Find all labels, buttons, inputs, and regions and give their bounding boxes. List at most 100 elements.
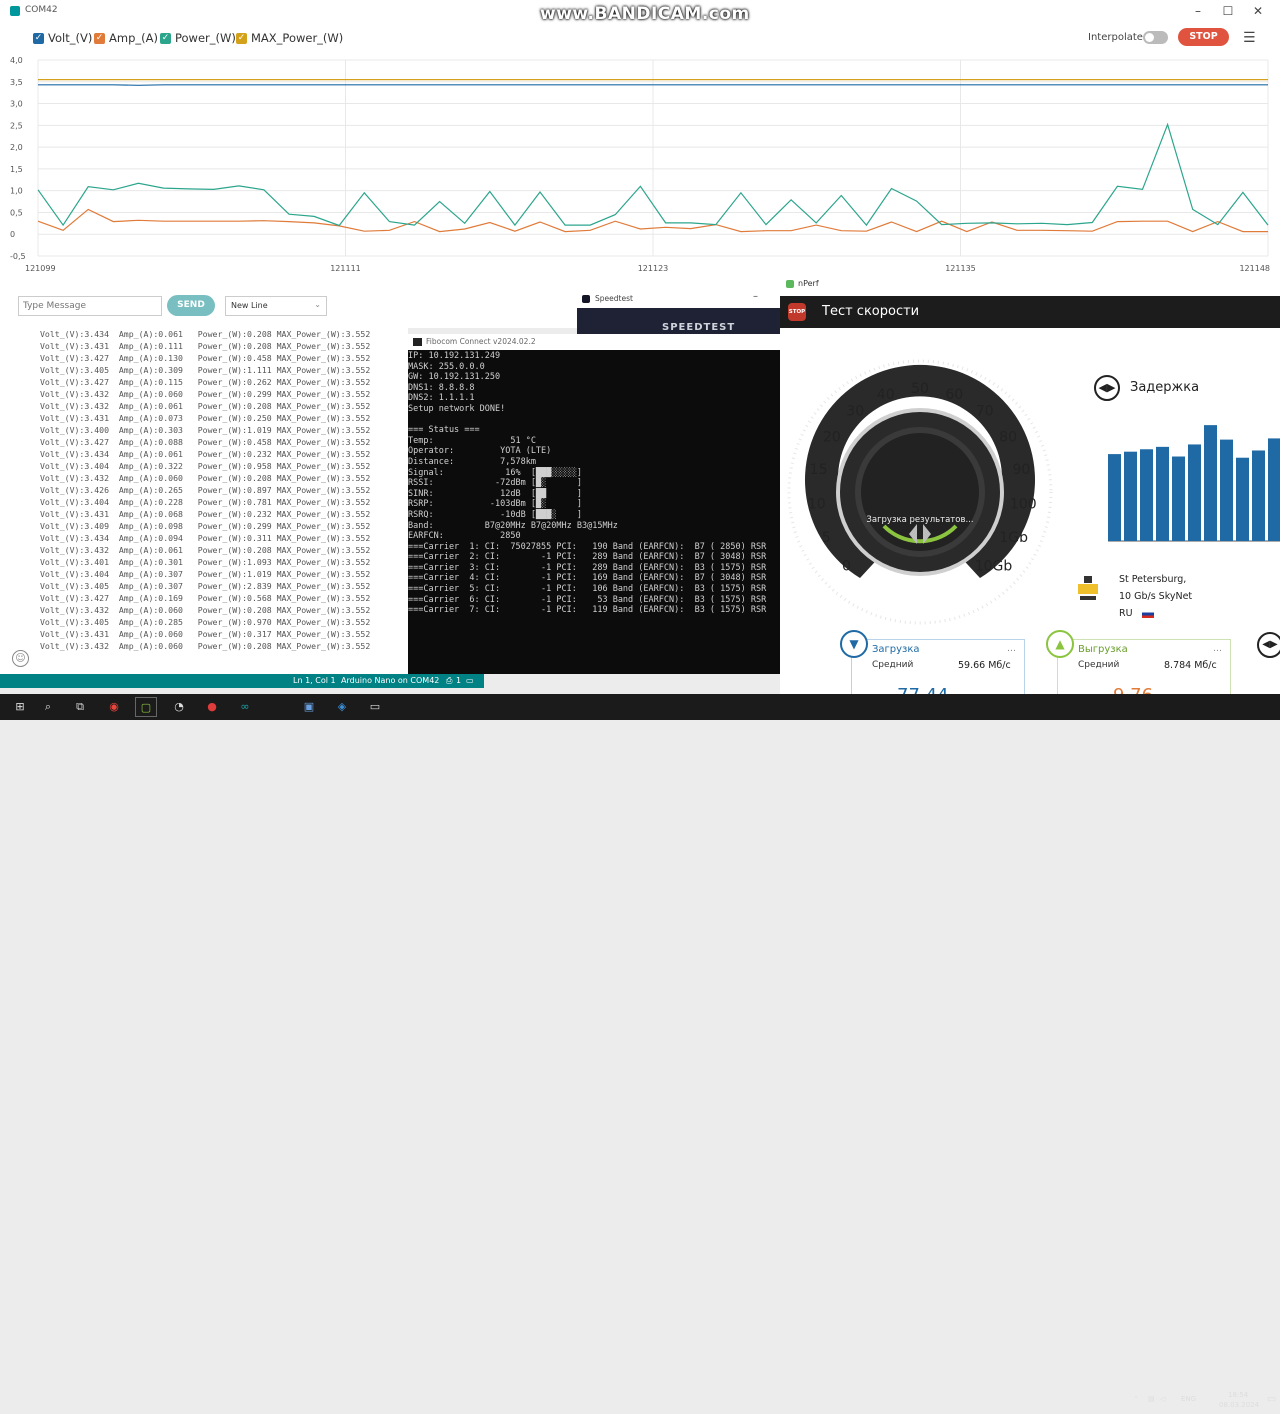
y-tick-label: 1,5 xyxy=(10,165,23,174)
tray-chevron-icon[interactable]: ⌃ xyxy=(1133,1395,1139,1403)
console-line: ===Carrier 4: CI: -1 PCI: 169 Band (EARF… xyxy=(408,573,767,584)
console-line: === Status === xyxy=(408,425,480,436)
console-line: GW: 10.192.131.250 xyxy=(408,372,501,383)
speedtest-taskbar-icon[interactable]: ◔ xyxy=(168,697,190,717)
minimize-icon[interactable]: – xyxy=(753,291,758,302)
gauge-status: Загрузка результатов... xyxy=(866,515,973,525)
close-icon[interactable]: ✕ xyxy=(1243,0,1273,22)
console-line: ===Carrier 2: CI: -1 PCI: 289 Band (EARF… xyxy=(408,552,767,563)
send-button[interactable]: SEND xyxy=(167,295,215,316)
y-tick-label: 1,0 xyxy=(10,187,23,196)
ping-bar xyxy=(1172,456,1185,541)
legend-amp[interactable]: ✓ Amp_(A) xyxy=(94,30,158,46)
volume-icon[interactable]: ◁ xyxy=(1160,1395,1165,1403)
ping-bar-chart xyxy=(1108,425,1280,542)
console-icon xyxy=(413,338,422,346)
minimize-icon[interactable]: – xyxy=(1183,0,1213,22)
checkbox-icon[interactable]: ✓ xyxy=(160,32,171,44)
menu-icon[interactable]: ☰ xyxy=(1243,30,1256,46)
gauge-label: 15 xyxy=(810,462,828,478)
status-bar: Ln 1, Col 1 Arduino Nano on COM42 ⎙ 1 ▭ xyxy=(0,674,484,688)
gauge-label: 70 xyxy=(976,404,994,420)
serial-output: Volt_(V):3.434 Amp_(A):0.061 Power_(W):0… xyxy=(40,328,370,652)
serial-line: Volt_(V):3.427 Amp_(A):0.169 Power_(W):0… xyxy=(40,593,371,603)
upload-avg-value: 8.784 Мб/с xyxy=(1164,660,1217,671)
search-icon[interactable]: ⌕ xyxy=(37,697,59,717)
serial-line: Volt_(V):3.432 Amp_(A):0.061 Power_(W):0… xyxy=(40,401,371,411)
stop-sign-icon[interactable]: STOP xyxy=(788,303,806,321)
server-location: St Petersburg, 10 Gb/s SkyNet RU xyxy=(1119,571,1192,622)
plotter-title: COM42 xyxy=(25,5,58,15)
ping-bar xyxy=(1268,438,1280,541)
windows-start-icon[interactable]: ⊞ xyxy=(9,697,31,717)
language-indicator[interactable]: ENG xyxy=(1181,1395,1196,1403)
legend-power[interactable]: ✓ Power_(W) xyxy=(160,30,236,46)
network-app-icon[interactable]: ◈ xyxy=(331,697,353,717)
serial-line: Volt_(V):3.432 Amp_(A):0.060 Power_(W):0… xyxy=(40,389,371,399)
console-line: EARFCN: 2850 xyxy=(408,531,521,542)
plot-chart: 4,0 3,5 3,0 2,5 2,0 1,5 1,0 0,5 0 -0,5 121099 1211… xyxy=(10,56,1270,273)
notifications-icon[interactable]: ▭ xyxy=(1267,1394,1276,1405)
maximize-icon[interactable]: ☐ xyxy=(1213,0,1243,22)
ping-bar xyxy=(1252,450,1265,541)
checkbox-icon[interactable]: ✓ xyxy=(94,32,105,44)
panel-icon[interactable]: ▭ xyxy=(466,676,474,685)
account-icon[interactable]: ☺ xyxy=(12,650,29,667)
speedtest-logo: SPEEDTEST xyxy=(662,322,736,333)
checkbox-icon[interactable]: ✓ xyxy=(236,32,247,44)
gauge-label: 10 xyxy=(808,497,826,513)
ping-bar xyxy=(1188,444,1201,541)
nperf-app-icon xyxy=(786,280,794,288)
legend-volt[interactable]: ✓ Volt_(V) xyxy=(33,30,92,46)
line-ending-value: New Line xyxy=(231,301,268,310)
task-view-icon[interactable]: ⧉ xyxy=(69,697,91,717)
nperf-heading: Тест скорости xyxy=(822,304,920,319)
console-output: IP: 10.192.131.249 MASK: 255.0.0.0 GW: 10.… xyxy=(408,351,766,616)
server-city: St Petersburg, xyxy=(1119,574,1187,585)
speedtest-title: Speedtest xyxy=(595,294,633,303)
legend-label: Power_(W) xyxy=(175,31,236,45)
terminal-icon[interactable]: ▭ xyxy=(364,697,386,717)
serial-line: Volt_(V):3.427 Amp_(A):0.130 Power_(W):0… xyxy=(40,353,371,363)
console-line: Temp: 51 °C xyxy=(408,435,536,446)
gauge-label: 50 xyxy=(911,381,929,397)
serial-line: Volt_(V):3.431 Amp_(A):0.060 Power_(W):0… xyxy=(40,629,371,639)
upload-avg-label: Средний xyxy=(1078,660,1120,670)
serial-line: Volt_(V):3.434 Amp_(A):0.061 Power_(W):0… xyxy=(40,329,371,339)
gauge-label: 30 xyxy=(846,404,864,420)
serial-line: Volt_(V):3.427 Amp_(A):0.115 Power_(W):0… xyxy=(40,377,371,387)
ping-bar xyxy=(1124,451,1137,541)
ping-label: Задержка xyxy=(1130,380,1200,395)
bandicam-icon[interactable]: ● xyxy=(201,697,223,717)
network-icon[interactable]: ▤ xyxy=(1148,1395,1155,1403)
ping-bar xyxy=(1236,457,1249,541)
arduino-taskbar-icon[interactable]: ∞ xyxy=(234,697,256,717)
chrome-icon[interactable]: ◉ xyxy=(103,697,125,717)
board-port[interactable]: Arduino Nano on COM42 xyxy=(341,676,439,685)
serial-line: Volt_(V):3.431 Amp_(A):0.068 Power_(W):0… xyxy=(40,509,371,519)
more-icon[interactable]: … xyxy=(1213,644,1222,654)
console-line: Band: B7@20MHz B7@20MHz B3@15MHz xyxy=(408,520,618,531)
download-avg-label: Средний xyxy=(872,660,914,670)
console-line: Distance: 7,578km xyxy=(408,456,536,467)
message-input[interactable] xyxy=(18,296,162,316)
legend-max-power[interactable]: ✓ MAX_Power_(W) xyxy=(236,30,343,46)
stop-button[interactable]: STOP xyxy=(1178,28,1229,46)
checkbox-icon[interactable]: ✓ xyxy=(33,32,44,44)
ping-bar xyxy=(1204,425,1217,541)
more-icon[interactable]: … xyxy=(1007,644,1016,654)
interpolate-toggle[interactable] xyxy=(1143,31,1168,44)
download-card: ▼ Загрузка … Средний 59.66 Мб/с 77.44 xyxy=(840,630,1025,699)
app-icon[interactable]: ▢ xyxy=(135,697,157,717)
monitor-icon[interactable]: ▣ xyxy=(298,697,320,717)
serial-line: Volt_(V):3.432 Amp_(A):0.060 Power_(W):0… xyxy=(40,641,371,651)
line-ending-select[interactable]: New Line ⌄ xyxy=(225,296,327,316)
speedtest-titlebar: Speedtest – xyxy=(577,290,780,308)
y-tick-label: 3,5 xyxy=(10,78,23,87)
y-tick-label: 0 xyxy=(10,230,15,239)
upload-card: ▲ Выгрузка … Средний 8.784 Мб/с 9.76 xyxy=(1046,630,1231,699)
clock-time: 18:54 xyxy=(1228,1391,1249,1399)
notification-icon[interactable]: ⎙ xyxy=(446,676,452,686)
gauge-label: 40 xyxy=(877,387,895,403)
